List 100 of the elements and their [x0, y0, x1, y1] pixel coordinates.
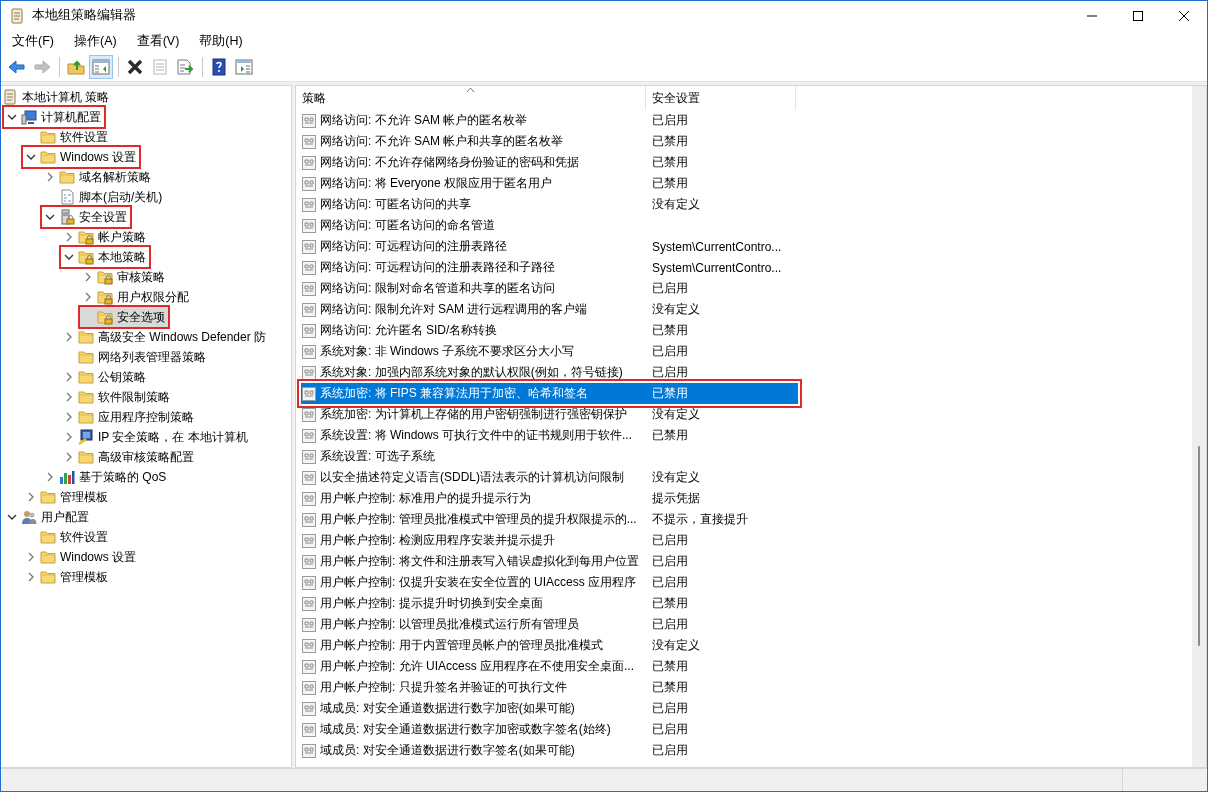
- policy-row[interactable]: 用户帐户控制: 检测应用程序安装并提示提升 已启用: [301, 530, 798, 551]
- locked-folder-icon: [78, 229, 94, 245]
- menu-item[interactable]: 操作(A): [66, 31, 124, 52]
- policy-name: 系统加密: 为计算机上存储的用户密钥强制进行强密钥保护: [320, 406, 627, 423]
- tree-item[interactable]: 网络列表管理器策略: [61, 347, 209, 367]
- policy-row[interactable]: 域成员: 对安全通道数据进行数字加密(如果可能) 已启用: [301, 698, 798, 719]
- policy-icon: [301, 721, 317, 738]
- policy-row[interactable]: 用户帐户控制: 管理员批准模式中管理员的提升权限提示的... 不提示，直接提升: [301, 509, 798, 530]
- policy-row[interactable]: 系统设置: 可选子系统: [301, 446, 798, 467]
- setting-value: 已禁用: [651, 658, 688, 675]
- policy-icon: [301, 658, 317, 675]
- folder-icon: [78, 329, 94, 345]
- policy-name: 用户帐户控制: 用于内置管理员帐户的管理员批准模式: [320, 637, 603, 654]
- policy-icon: [301, 616, 317, 633]
- setting-value: 不提示，直接提升: [651, 511, 748, 528]
- policy-row[interactable]: 网络访问: 可匿名访问的共享 没有定义: [301, 194, 798, 215]
- policy-row[interactable]: 用户帐户控制: 将文件和注册表写入错误虚拟化到每用户位置 已启用: [301, 551, 798, 572]
- policy-row[interactable]: 系统设置: 将 Windows 可执行文件中的证书规则用于软件... 已禁用: [301, 425, 798, 446]
- tree-item[interactable]: 帐户策略: [61, 227, 149, 247]
- policy-row[interactable]: 网络访问: 限制对命名管道和共享的匿名访问 已启用: [301, 278, 798, 299]
- policy-icon: [301, 469, 317, 486]
- policy-row[interactable]: 网络访问: 不允许 SAM 帐户和共享的匿名枚举 已禁用: [301, 131, 798, 152]
- tree-item[interactable]: 本地策略: [61, 247, 149, 267]
- policy-row[interactable]: 网络访问: 将 Everyone 权限应用于匿名用户 已禁用: [301, 173, 798, 194]
- policy-row[interactable]: 网络访问: 可远程访问的注册表路径 System\CurrentContro...: [301, 236, 798, 257]
- tree-item[interactable]: 管理模板: [23, 487, 111, 507]
- tree-item[interactable]: 用户配置: [4, 507, 92, 527]
- tree-item[interactable]: 高级安全 Windows Defender 防: [61, 327, 270, 347]
- tree-item[interactable]: Windows 设置: [23, 547, 139, 567]
- tree-item[interactable]: 软件设置: [23, 127, 111, 147]
- policy-row[interactable]: 用户帐户控制: 仅提升安装在安全位置的 UIAccess 应用程序 已启用: [301, 572, 798, 593]
- tree-item[interactable]: 脚本(启动/关机): [42, 187, 166, 207]
- tree-item[interactable]: 本地计算机 策略: [1, 87, 113, 107]
- server-lock-icon: [59, 209, 75, 225]
- setting-value: 已启用: [651, 574, 688, 591]
- tree-item[interactable]: IP 安全策略，在 本地计算机: [61, 427, 251, 447]
- policy-icon: [301, 112, 317, 129]
- locked-folder-icon: [97, 289, 113, 305]
- policy-name: 网络访问: 可匿名访问的命名管道: [320, 217, 495, 234]
- scrollbar[interactable]: [1192, 86, 1206, 767]
- policy-row[interactable]: 用户帐户控制: 允许 UIAccess 应用程序在不使用安全桌面... 已禁用: [301, 656, 798, 677]
- tree-item[interactable]: 域名解析策略: [42, 167, 154, 187]
- policy-name: 系统设置: 将 Windows 可执行文件中的证书规则用于软件...: [320, 427, 633, 444]
- policy-icon: [301, 406, 317, 423]
- tree-item[interactable]: 安全设置: [42, 207, 130, 227]
- locked-folder-icon: [78, 249, 94, 265]
- close-icon: [1179, 10, 1189, 21]
- policy-row[interactable]: 网络访问: 限制允许对 SAM 进行远程调用的客户端 没有定义: [301, 299, 798, 320]
- setting-value: 已禁用: [651, 133, 688, 150]
- tree-item[interactable]: 管理模板: [23, 567, 111, 587]
- policy-icon: [301, 133, 317, 150]
- policy-row[interactable]: 系统对象: 加强内部系统对象的默认权限(例如，符号链接) 已启用: [301, 362, 798, 383]
- tree-item[interactable]: 计算机配置: [4, 107, 104, 127]
- tree-item[interactable]: 安全选项: [80, 307, 168, 327]
- tree-item[interactable]: 软件设置: [23, 527, 111, 547]
- locked-folder-icon: [97, 269, 113, 285]
- menu-item[interactable]: 查看(V): [129, 31, 187, 52]
- policy-icon: [301, 259, 317, 276]
- folder-icon: [78, 409, 94, 425]
- policy-row[interactable]: 用户帐户控制: 以管理员批准模式运行所有管理员 已启用: [301, 614, 798, 635]
- policy-row[interactable]: 网络访问: 不允许存储网络身份验证的密码和凭据 已禁用: [301, 152, 798, 173]
- tree-item[interactable]: Windows 设置: [23, 147, 139, 167]
- policy-row[interactable]: 用户帐户控制: 只提升签名并验证的可执行文件 已禁用: [301, 677, 798, 698]
- policy-name: 用户帐户控制: 检测应用程序安装并提示提升: [320, 532, 555, 549]
- column-header[interactable]: 策略: [296, 86, 646, 110]
- policy-row[interactable]: 用户帐户控制: 用于内置管理员帐户的管理员批准模式 没有定义: [301, 635, 798, 656]
- policy-name: 系统加密: 将 FIPS 兼容算法用于加密、哈希和签名: [320, 385, 588, 402]
- tree-item[interactable]: 公钥策略: [61, 367, 149, 387]
- policy-name: 网络访问: 将 Everyone 权限应用于匿名用户: [320, 175, 553, 192]
- scroll-icon: [10, 7, 24, 24]
- policy-row[interactable]: 网络访问: 可远程访问的注册表路径和子路径 System\CurrentContro...: [301, 257, 798, 278]
- policy-row[interactable]: 网络访问: 不允许 SAM 帐户的匿名枚举 已启用: [301, 110, 798, 131]
- policy-name: 用户帐户控制: 只提升签名并验证的可执行文件: [320, 679, 567, 696]
- policy-icon: [301, 343, 317, 360]
- menu-item[interactable]: 帮助(H): [192, 31, 250, 52]
- policy-row[interactable]: 网络访问: 可匿名访问的命名管道: [301, 215, 798, 236]
- tree-item[interactable]: 应用程序控制策略: [61, 407, 197, 427]
- setting-value: 已启用: [651, 532, 688, 549]
- policy-row[interactable]: 用户帐户控制: 标准用户的提升提示行为 提示凭据: [301, 488, 798, 509]
- setting-value: 已启用: [651, 364, 688, 381]
- column-header[interactable]: 安全设置: [646, 86, 796, 110]
- policy-row[interactable]: 系统对象: 非 Windows 子系统不要求区分大小写 已启用: [301, 341, 798, 362]
- tree-item[interactable]: 基于策略的 QoS: [42, 467, 170, 487]
- policy-row[interactable]: 域成员: 对安全通道数据进行数字加密或数字签名(始终) 已启用: [301, 719, 798, 740]
- tree-item[interactable]: 高级审核策略配置: [61, 447, 197, 467]
- tree-item[interactable]: 审核策略: [80, 267, 168, 287]
- policy-row[interactable]: 用户帐户控制: 提示提升时切换到安全桌面 已禁用: [301, 593, 798, 614]
- policy-name: 网络访问: 可远程访问的注册表路径和子路径: [320, 259, 555, 276]
- policy-row[interactable]: 系统加密: 为计算机上存储的用户密钥强制进行强密钥保护 没有定义: [301, 404, 798, 425]
- policy-row[interactable]: 网络访问: 允许匿名 SID/名称转换 已禁用: [301, 320, 798, 341]
- setting-value: 没有定义: [651, 469, 700, 486]
- policy-row[interactable]: 域成员: 对安全通道数据进行数字签名(如果可能) 已启用: [301, 740, 798, 761]
- policy-icon: [301, 427, 317, 444]
- folder-icon: [40, 489, 56, 505]
- setting-value: 已启用: [651, 700, 688, 717]
- policy-row[interactable]: 以安全描述符定义语言(SDDL)语法表示的计算机访问限制 没有定义: [301, 467, 798, 488]
- menu-item[interactable]: 文件(F): [5, 31, 61, 52]
- policy-name: 用户帐户控制: 仅提升安装在安全位置的 UIAccess 应用程序: [320, 574, 636, 591]
- tree-item[interactable]: 软件限制策略: [61, 387, 173, 407]
- policy-name: 网络访问: 可匿名访问的共享: [320, 196, 471, 213]
